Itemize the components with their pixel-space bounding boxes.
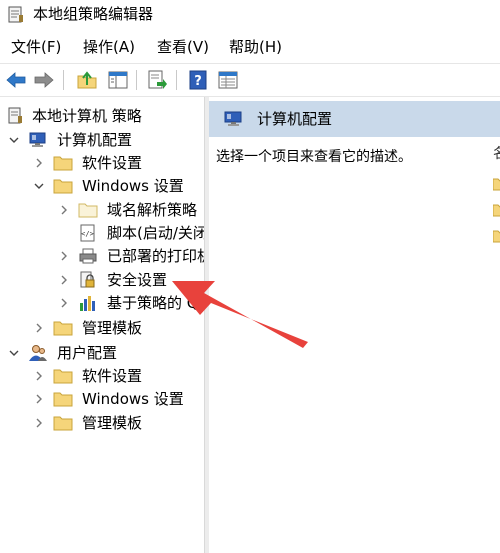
folder-icon (53, 156, 73, 171)
help-icon[interactable]: ? (187, 69, 209, 91)
folder-icon[interactable] (493, 203, 500, 217)
menu-file[interactable]: 文件(F) (10, 36, 62, 58)
security-lock-icon (80, 271, 95, 288)
chevron-right-icon[interactable] (32, 365, 46, 387)
chevron-down-icon[interactable] (7, 342, 21, 364)
folder-icon (53, 369, 73, 384)
forward-arrow-icon[interactable] (33, 69, 55, 91)
folder-icon (53, 179, 73, 194)
tree-item-root[interactable]: 本地计算机 策略 (0, 105, 204, 127)
folder-icon (53, 392, 73, 407)
export-list-icon[interactable] (146, 69, 168, 91)
users-icon (29, 345, 47, 361)
console-tree[interactable]: 本地计算机 策略 计算机配置 软件设置 Windows 设置 域名解析策略 </… (0, 97, 204, 553)
folder-icon[interactable] (493, 177, 500, 191)
chevron-right-icon[interactable] (57, 199, 71, 221)
up-folder-icon[interactable] (76, 69, 98, 91)
policy-editor-app-icon (8, 6, 23, 23)
tree-item-scripts[interactable]: </> 脚本(启动/关闭) (0, 222, 204, 244)
tree-item-user-software-settings[interactable]: 软件设置 (0, 365, 204, 387)
tree-label: 脚本(启动/关闭) (107, 224, 204, 242)
folder-icon (78, 203, 98, 218)
menu-action[interactable]: 操作(A) (82, 36, 136, 58)
svg-text:?: ? (194, 74, 202, 89)
script-icon: </> (80, 224, 95, 242)
toolbar-separator (136, 70, 137, 90)
name-column-header[interactable]: 名 (493, 143, 500, 163)
back-arrow-icon[interactable] (5, 69, 27, 91)
svg-text:</>: </> (81, 230, 94, 238)
folder-icon[interactable] (493, 229, 500, 243)
details-header: 计算机配置 (209, 101, 500, 137)
folder-icon (53, 416, 73, 431)
window-title: 本地组策略编辑器 (33, 5, 154, 23)
menu-help[interactable]: 帮助(H) (228, 36, 283, 58)
toolbar: ? (0, 63, 500, 97)
toolbar-separator (176, 70, 177, 90)
tree-label: 安全设置 (107, 271, 168, 289)
chevron-right-icon[interactable] (32, 388, 46, 410)
tree-label: 计算机配置 (57, 131, 133, 149)
bar-chart-icon (80, 296, 95, 311)
folder-icon (53, 321, 73, 336)
tree-item-security-settings[interactable]: 安全设置 (0, 269, 204, 291)
tree-label: 管理模板 (82, 414, 143, 432)
tree-item-dns-policy[interactable]: 域名解析策略 (0, 199, 204, 221)
computer-icon (224, 111, 242, 126)
tree-item-qos-policy[interactable]: 基于策略的 QoS (0, 292, 204, 314)
tree-label: 软件设置 (82, 367, 143, 385)
chevron-right-icon[interactable] (32, 152, 46, 174)
tree-item-user-config[interactable]: 用户配置 (0, 342, 204, 364)
details-description: 选择一个项目来查看它的描述。 (216, 149, 412, 165)
properties-view-icon[interactable] (217, 69, 239, 91)
details-pane[interactable]: 计算机配置 选择一个项目来查看它的描述。 名 (209, 97, 500, 553)
tree-item-admin-templates[interactable]: 管理模板 (0, 317, 204, 339)
tree-label: 软件设置 (82, 154, 143, 172)
tree-label: Windows 设置 (82, 390, 184, 408)
menu-view[interactable]: 查看(V) (156, 36, 210, 58)
chevron-right-icon[interactable] (32, 317, 46, 339)
tree-label: 管理模板 (82, 319, 143, 337)
details-title: 计算机配置 (257, 110, 333, 128)
chevron-right-icon[interactable] (57, 245, 71, 267)
tree-item-user-windows-settings[interactable]: Windows 设置 (0, 388, 204, 410)
tree-item-software-settings[interactable]: 软件设置 (0, 152, 204, 174)
chevron-right-icon[interactable] (32, 412, 46, 434)
chevron-right-icon[interactable] (57, 292, 71, 314)
tree-label: 域名解析策略 (107, 201, 198, 219)
computer-icon (29, 132, 46, 147)
chevron-right-icon[interactable] (57, 269, 71, 291)
show-hide-tree-icon[interactable] (107, 69, 129, 91)
tree-item-computer-config[interactable]: 计算机配置 (0, 129, 204, 151)
tree-label: 本地计算机 策略 (32, 107, 142, 125)
tree-label: 用户配置 (57, 344, 118, 362)
tree-label: Windows 设置 (82, 177, 184, 195)
tree-item-user-admin-templates[interactable]: 管理模板 (0, 412, 204, 434)
tree-label: 基于策略的 QoS (107, 294, 204, 312)
toolbar-separator (63, 70, 64, 90)
printer-icon (79, 248, 97, 264)
chevron-down-icon[interactable] (7, 129, 21, 151)
chevron-down-icon[interactable] (32, 175, 46, 197)
menu-bar: 文件(F) 操作(A) 查看(V) 帮助(H) (0, 36, 500, 60)
tree-item-windows-settings[interactable]: Windows 设置 (0, 175, 204, 197)
tree-label: 已部署的打印机 (107, 247, 204, 265)
tree-item-deployed-printers[interactable]: 已部署的打印机 (0, 245, 204, 267)
title-bar: 本地组策略编辑器 (0, 0, 500, 30)
policy-document-icon (8, 107, 22, 124)
